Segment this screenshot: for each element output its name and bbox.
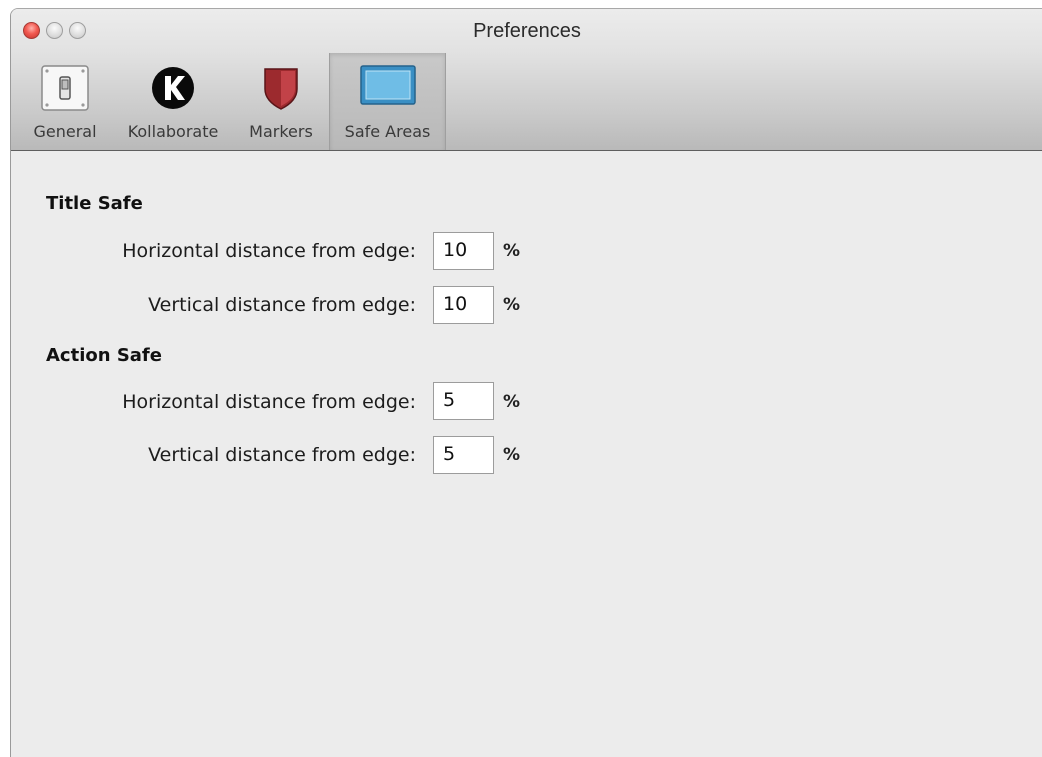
title-safe-horizontal-unit: % bbox=[503, 241, 521, 261]
action-safe-vertical-field[interactable]: 5 bbox=[433, 436, 494, 474]
title-safe-vertical-label: Vertical distance from edge: bbox=[148, 294, 416, 316]
title-safe-horizontal-label: Horizontal distance from edge: bbox=[122, 240, 416, 262]
window-title: Preferences bbox=[473, 20, 581, 42]
preferences-window: Preferences General Kollaborate Markers … bbox=[10, 8, 1042, 757]
light-switch-icon bbox=[41, 65, 89, 115]
action-safe-vertical-label: Vertical distance from edge: bbox=[148, 444, 416, 466]
safe-areas-pane: Title Safe Horizontal distance from edge… bbox=[11, 151, 1042, 757]
title-safe-heading: Title Safe bbox=[46, 193, 143, 214]
window-toolbar: Preferences General Kollaborate Markers … bbox=[11, 9, 1042, 151]
action-safe-vertical-unit: % bbox=[503, 445, 521, 465]
action-safe-horizontal-field[interactable]: 5 bbox=[433, 382, 494, 420]
tab-safe-areas-label: Safe Areas bbox=[344, 122, 431, 141]
title-safe-vertical-unit: % bbox=[503, 295, 521, 315]
kollaborate-logo-icon bbox=[150, 65, 196, 115]
tab-markers[interactable]: Markers bbox=[237, 53, 325, 150]
action-safe-horizontal-unit: % bbox=[503, 392, 521, 412]
title-safe-vertical-field[interactable]: 10 bbox=[433, 286, 494, 324]
tab-markers-label: Markers bbox=[249, 122, 313, 141]
tab-kollaborate-label: Kollaborate bbox=[127, 122, 219, 141]
action-safe-horizontal-label: Horizontal distance from edge: bbox=[122, 391, 416, 413]
tab-kollaborate[interactable]: Kollaborate bbox=[114, 53, 232, 150]
tab-general-label: General bbox=[33, 122, 97, 141]
safe-area-frame-icon bbox=[359, 65, 416, 109]
tab-safe-areas[interactable]: Safe Areas bbox=[329, 53, 446, 150]
tab-general[interactable]: General bbox=[17, 53, 113, 150]
title-safe-horizontal-field[interactable]: 10 bbox=[433, 232, 494, 270]
shield-marker-icon bbox=[261, 65, 301, 115]
action-safe-heading: Action Safe bbox=[46, 345, 162, 366]
